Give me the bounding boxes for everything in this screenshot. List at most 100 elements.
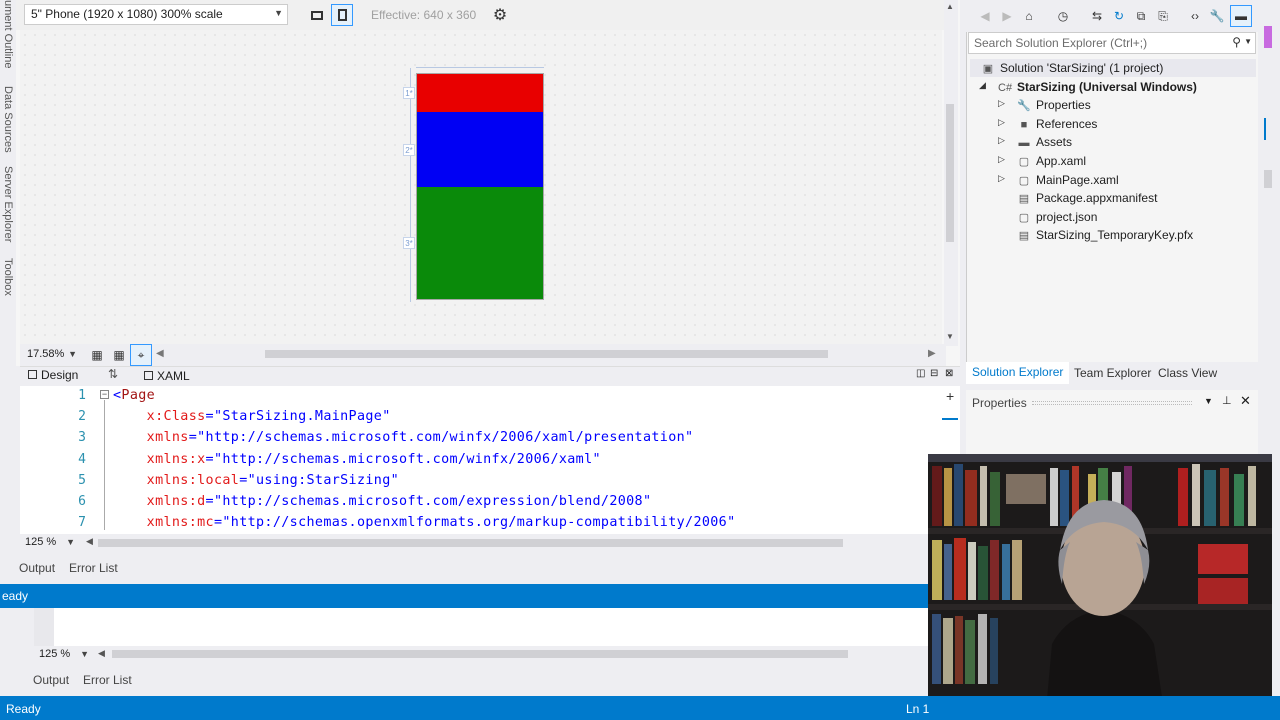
code-line[interactable]: xmlns:local="using:StarSizing" bbox=[113, 473, 399, 488]
swap-panes-button[interactable]: ⇅ bbox=[108, 367, 118, 381]
editor-zoom-combo[interactable]: 125 % ▼ bbox=[20, 534, 80, 551]
search-placeholder: Search Solution Explorer (Ctrl+;) bbox=[974, 36, 1148, 50]
expander-icon[interactable]: ▷ bbox=[998, 117, 1005, 128]
row-size-marker[interactable]: 3* bbox=[403, 237, 415, 249]
code-line[interactable]: x:Class="StarSizing.MainPage" bbox=[113, 409, 391, 424]
tab-team-explorer[interactable]: Team Explorer bbox=[1074, 366, 1151, 380]
expander-icon[interactable]: ▷ bbox=[998, 173, 1005, 184]
preview-button[interactable]: ▬ bbox=[1230, 5, 1252, 27]
code-line[interactable]: xmlns:x="http://schemas.microsoft.com/wi… bbox=[113, 452, 601, 467]
scroll-marker bbox=[1264, 118, 1266, 140]
code-line[interactable]: <Page bbox=[113, 388, 155, 403]
tree-item[interactable]: ▣ Solution 'StarSizing' (1 project) bbox=[981, 61, 1164, 75]
snap-lines-button[interactable]: ⌖ bbox=[130, 344, 152, 366]
device-settings-button[interactable]: ⚙ bbox=[489, 4, 511, 26]
device-combo[interactable]: 5" Phone (1920 x 1080) 300% scale ▼ bbox=[24, 4, 288, 25]
tree-item[interactable]: ◢ C# StarSizing (Universal Windows) bbox=[979, 79, 1197, 94]
design-icon bbox=[28, 370, 37, 379]
solution-explorer-tabs: Solution Explorer Team Explorer Class Vi… bbox=[966, 362, 1258, 384]
scroll-left-icon[interactable]: ◀ bbox=[86, 536, 93, 547]
tree-item[interactable]: ▷ ■ References bbox=[998, 117, 1097, 131]
sync-button[interactable]: ⇆ bbox=[1086, 5, 1108, 27]
scroll-left-icon[interactable]: ◀ bbox=[98, 648, 105, 659]
refresh-button[interactable]: ↻ bbox=[1108, 5, 1130, 27]
gear-icon: ⚙ bbox=[492, 7, 508, 24]
tab-solution-explorer[interactable]: Solution Explorer bbox=[966, 362, 1070, 384]
tree-item[interactable]: ▤ StarSizing_TemporaryKey.pfx bbox=[1017, 228, 1193, 242]
tree-item[interactable]: ▷ 🔧 Properties bbox=[998, 98, 1091, 112]
row-size-marker[interactable]: 2* bbox=[403, 144, 415, 156]
tab-xaml[interactable]: XAML bbox=[144, 369, 190, 383]
tab-server-explorer[interactable]: Server Explorer bbox=[0, 166, 14, 242]
expand-editor-button[interactable]: + bbox=[946, 388, 954, 404]
scroll-up-icon[interactable]: ▲ bbox=[946, 2, 954, 11]
code-line[interactable]: xmlns:d="http://schemas.microsoft.com/ex… bbox=[113, 494, 651, 509]
scroll-right-icon[interactable]: ▶ bbox=[928, 348, 936, 359]
forward-button[interactable]: ▶ bbox=[996, 5, 1018, 27]
code-token-val: "http://schemas.microsoft.com/winfx/2006… bbox=[197, 430, 694, 446]
collapse-pane-button[interactable]: ⊠ bbox=[945, 368, 953, 379]
tree-item[interactable]: ▷ ▢ MainPage.xaml bbox=[998, 173, 1119, 187]
back-button[interactable]: ◀ bbox=[974, 5, 996, 27]
designer-horizontal-thumb[interactable] bbox=[265, 350, 828, 358]
tree-item-label: StarSizing (Universal Windows) bbox=[1017, 79, 1197, 94]
tree-item[interactable]: ▤ Package.appxmanifest bbox=[1017, 191, 1158, 205]
tab-document-outline[interactable]: ument Outline bbox=[0, 0, 14, 68]
tab-design[interactable]: Design bbox=[28, 368, 78, 382]
chevron-down-icon[interactable]: ▼ bbox=[1244, 37, 1252, 46]
portrait-button[interactable] bbox=[331, 4, 353, 26]
row-rail bbox=[410, 68, 411, 302]
code-line[interactable]: xmlns:mc="http://schemas.openxmlformats.… bbox=[113, 515, 736, 530]
tab-output[interactable]: Output bbox=[19, 561, 55, 575]
designer-zoom-combo[interactable]: 17.58% ▼ bbox=[22, 345, 82, 364]
code-token-val: "StarSizing.MainPage" bbox=[213, 409, 391, 425]
scroll-left-icon[interactable]: ◀ bbox=[156, 348, 164, 359]
output-horizontal-thumb[interactable] bbox=[112, 650, 848, 658]
scroll-down-icon[interactable]: ▼ bbox=[946, 332, 954, 341]
expander-icon[interactable]: ▷ bbox=[998, 154, 1005, 165]
tab-data-sources[interactable]: Data Sources bbox=[0, 86, 14, 153]
view-code-button[interactable]: ‹› bbox=[1184, 5, 1206, 27]
expander-icon[interactable]: ◢ bbox=[979, 80, 986, 91]
tab-output-2[interactable]: Output bbox=[33, 673, 69, 687]
tree-item[interactable]: ▷ ▢ App.xaml bbox=[998, 154, 1086, 168]
solution-search-input[interactable]: Search Solution Explorer (Ctrl+;) ⚲ ▼ bbox=[968, 32, 1256, 54]
grid-toggle-button[interactable]: ▦ bbox=[86, 344, 108, 366]
snap-grid-button[interactable]: ▦ bbox=[108, 344, 130, 366]
panel-grip[interactable] bbox=[1032, 401, 1192, 405]
output-content[interactable] bbox=[34, 608, 928, 646]
horizontal-split-button[interactable]: ⊟ bbox=[930, 368, 938, 379]
chevron-down-icon[interactable]: ▼ bbox=[1204, 396, 1213, 406]
expander-icon[interactable]: ▷ bbox=[998, 135, 1005, 146]
landscape-button[interactable] bbox=[306, 4, 328, 26]
pending-changes-button[interactable]: ◷ bbox=[1052, 5, 1074, 27]
close-icon[interactable]: ✕ bbox=[1240, 393, 1251, 409]
pin-icon[interactable]: ⊥ bbox=[1222, 394, 1232, 407]
designer-vertical-thumb[interactable] bbox=[946, 104, 954, 242]
home-button[interactable]: ⌂ bbox=[1018, 5, 1040, 27]
row-size-marker[interactable]: 1* bbox=[403, 87, 415, 99]
output-zoom-combo[interactable]: 125 % ▼ bbox=[34, 646, 94, 663]
tree-item-label: project.json bbox=[1036, 209, 1098, 224]
minus-icon: ▬ bbox=[1235, 9, 1247, 23]
code-token-attr: xmlns:local bbox=[146, 472, 240, 488]
expander-icon[interactable]: ▷ bbox=[998, 98, 1005, 109]
tab-class-view[interactable]: Class View bbox=[1158, 366, 1217, 380]
scroll-thumb[interactable] bbox=[1264, 170, 1272, 188]
collapse-all-button[interactable]: ⧉ bbox=[1130, 5, 1152, 27]
code-line[interactable]: xmlns="http://schemas.microsoft.com/winf… bbox=[113, 430, 693, 445]
tree-item[interactable]: ▷ ▬ Assets bbox=[998, 135, 1072, 149]
tab-error-list-2[interactable]: Error List bbox=[83, 673, 132, 687]
vertical-split-button[interactable]: ◫ bbox=[916, 368, 925, 379]
properties-button[interactable]: 🔧 bbox=[1206, 5, 1228, 27]
show-all-files-button[interactable]: ⎘ bbox=[1152, 5, 1174, 27]
editor-horizontal-thumb[interactable] bbox=[98, 539, 843, 547]
tree-item[interactable]: ▢ project.json bbox=[1017, 209, 1098, 224]
tab-error-list[interactable]: Error List bbox=[69, 561, 118, 575]
collapse-outline-icon[interactable]: − bbox=[100, 390, 109, 399]
tab-toolbox[interactable]: Toolbox bbox=[0, 258, 14, 296]
outline-guide bbox=[104, 400, 105, 530]
search-icon[interactable]: ⚲ bbox=[1232, 35, 1241, 49]
line-number: 2 bbox=[78, 409, 86, 425]
